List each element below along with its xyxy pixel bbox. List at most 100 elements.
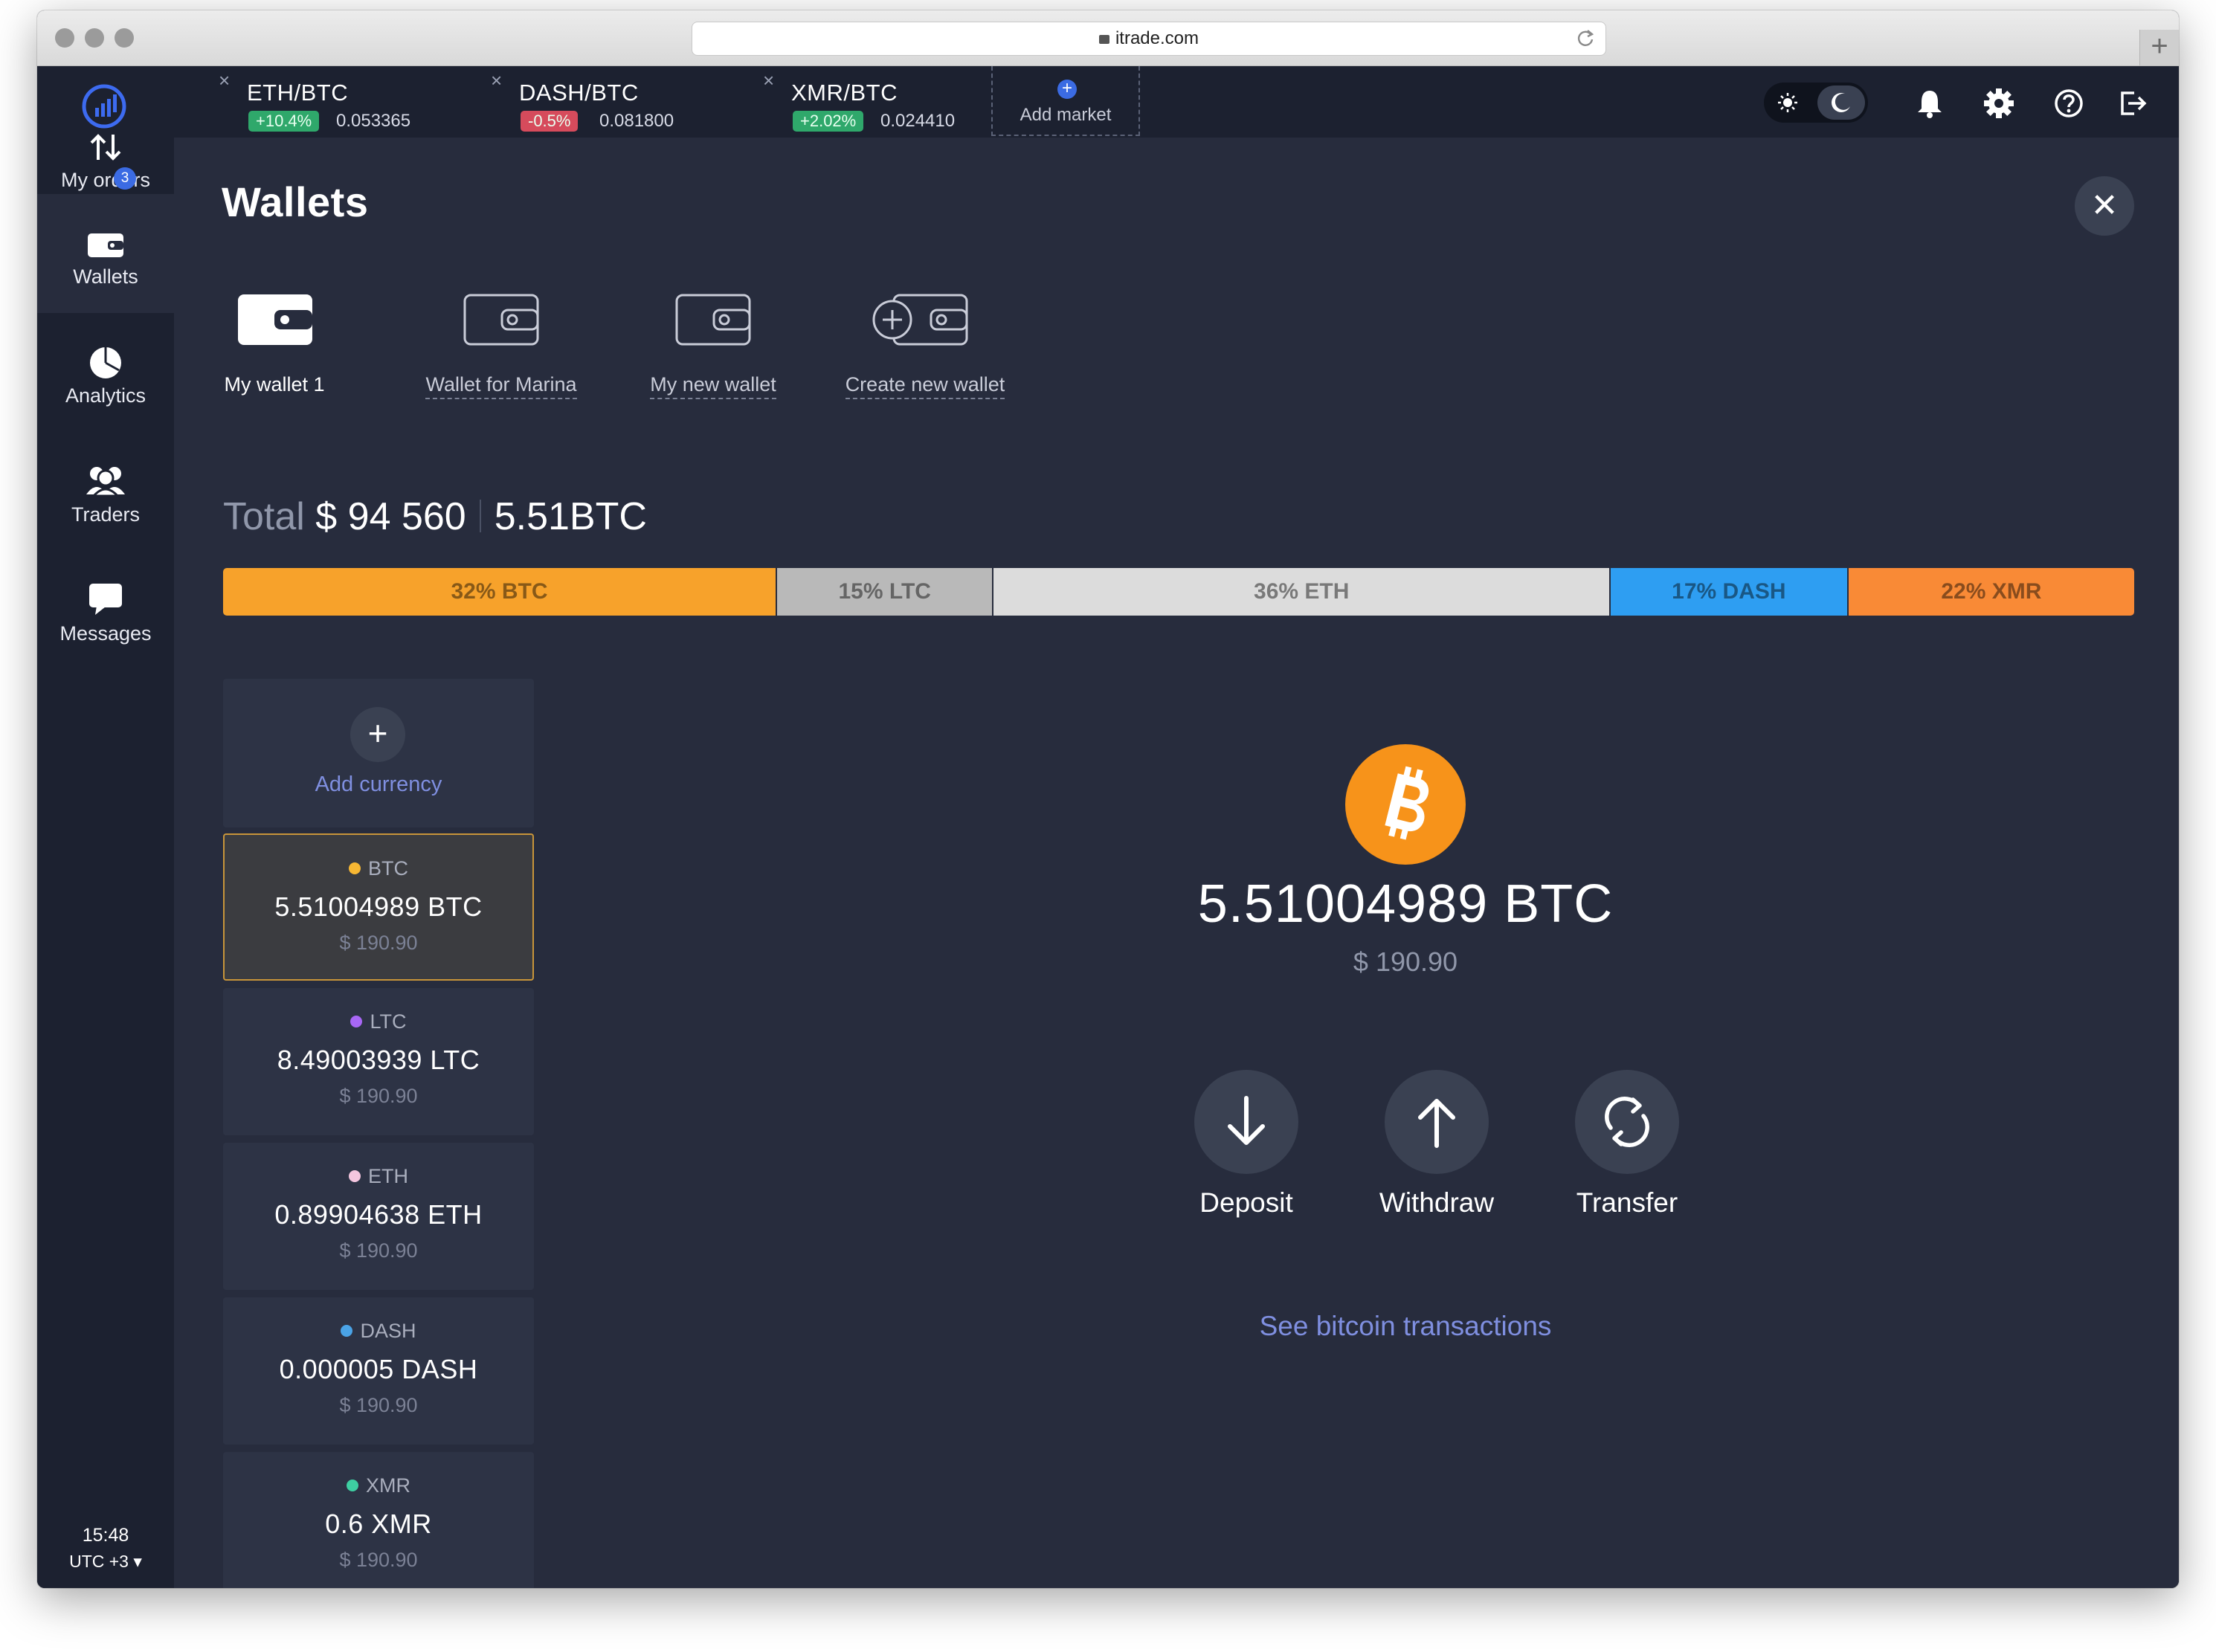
sidebar-item-my-orders[interactable]: My orders (37, 78, 174, 197)
sidebar-item-wallets[interactable]: Wallets (37, 194, 174, 313)
currency-symbol: XMR (223, 1474, 534, 1497)
sidebar-item-messages[interactable]: Messages (37, 551, 174, 670)
distribution-segment-dash: 17% DASH (1611, 568, 1849, 616)
currency-card-ltc[interactable]: LTC 8.49003939 LTC $ 190.90 (223, 988, 534, 1135)
theme-toggle[interactable] (1764, 83, 1868, 123)
url-text: itrade.com (1115, 28, 1199, 48)
arrow-up-icon (1418, 1099, 1455, 1148)
gear-icon[interactable] (1983, 87, 2015, 120)
plus-icon: + (350, 707, 405, 762)
clock-time: 15:48 (82, 1525, 129, 1546)
market-change-badge: +2.02% (793, 111, 864, 132)
selected-currency-amount: 5.51004989 BTC (1197, 874, 1614, 934)
help-icon[interactable] (2052, 87, 2085, 120)
address-bar[interactable]: itrade.com (692, 22, 1606, 56)
users-icon (86, 467, 125, 497)
distribution-segment-ltc: 15% LTC (776, 568, 994, 616)
reload-icon[interactable] (1576, 28, 1595, 48)
window-minimize-dot[interactable] (85, 28, 104, 48)
new-tab-button[interactable]: + (2139, 30, 2179, 65)
wallet-tab-label: My wallet 1 (224, 373, 325, 396)
sidebar-item-analytics[interactable]: Analytics (37, 313, 174, 432)
xmr-dot-icon (347, 1480, 358, 1491)
distribution-segment-eth: 36% ETH (993, 568, 1611, 616)
market-change-badge: -0.5% (521, 111, 579, 132)
transfer-circle (1575, 1070, 1679, 1174)
window-close-dot[interactable] (55, 28, 74, 48)
bell-icon[interactable] (1913, 87, 1946, 120)
up-down-arrows-icon (90, 134, 121, 161)
add-market-button[interactable]: + Add market (991, 66, 1140, 136)
currency-amount: 0.000005 DASH (279, 1354, 478, 1384)
see-transactions-link[interactable]: See bitcoin transactions (1071, 1311, 1740, 1342)
distribution-segment-xmr: 22% XMR (1848, 568, 2134, 616)
divider (479, 500, 481, 532)
total-btc: 5.51BTC (494, 495, 647, 538)
currency-card-btc[interactable]: BTC 5.51004989 BTC $ 190.90 (223, 833, 534, 981)
currency-usd-value: $ 190.90 (339, 1239, 418, 1262)
browser-toolbar: itrade.com + (37, 10, 2179, 66)
close-panel-button[interactable]: ✕ (2075, 176, 2134, 236)
portfolio-distribution-bar: 32% BTC 15% LTC 36% ETH 17% DASH 22% XMR (223, 568, 2134, 616)
plus-icon: + (1057, 80, 1077, 99)
btc-dot-icon (349, 862, 361, 874)
market-pair: DASH/BTC (519, 80, 639, 106)
close-market-icon[interactable]: × (763, 69, 774, 92)
ltc-dot-icon (350, 1016, 363, 1027)
market-pair: ETH/BTC (247, 80, 349, 106)
market-price: 0.024410 (880, 111, 956, 131)
dash-dot-icon (341, 1325, 353, 1337)
sun-icon (1778, 93, 1797, 112)
arrow-down-icon (1228, 1096, 1265, 1145)
selected-currency-usd: $ 190.90 (1353, 946, 1458, 977)
wallet-icon (88, 233, 123, 257)
browser-window: itrade.com + My orders 3 Wallets Analyti… (37, 10, 2179, 1588)
currency-amount: 0.6 XMR (325, 1509, 432, 1539)
currency-amount: 0.89904638 ETH (274, 1199, 483, 1230)
add-currency-label: Add currency (315, 772, 442, 796)
timezone-selector[interactable]: UTC +3 ▾ (37, 1552, 174, 1572)
chat-bubble-icon (89, 584, 122, 615)
deposit-circle (1194, 1070, 1298, 1174)
currency-card-eth[interactable]: ETH 0.89904638 ETH $ 190.90 (223, 1143, 534, 1290)
market-price: 0.053365 (336, 111, 411, 131)
currency-usd-value: $ 190.90 (339, 1085, 418, 1107)
action-label: Withdraw (1379, 1187, 1495, 1218)
wallet-icon (238, 294, 312, 345)
currency-usd-value: $ 190.90 (339, 1394, 418, 1416)
market-price: 0.081800 (599, 111, 674, 131)
page-title: Wallets (222, 178, 369, 225)
total-label: Total (223, 495, 305, 538)
market-tab-eth-btc[interactable]: × ETH/BTC +10.4% 0.053365 (174, 66, 442, 138)
currency-card-dash[interactable]: DASH 0.000005 DASH $ 190.90 (223, 1297, 534, 1445)
bitcoin-logo-icon (1345, 744, 1466, 865)
sidebar-item-traders[interactable]: Traders (37, 432, 174, 551)
currency-usd-value: $ 190.90 (339, 1549, 418, 1571)
wallet-tab-label: My new wallet (635, 373, 791, 399)
add-currency-button[interactable]: + Add currency (223, 679, 534, 827)
market-tabs-bar: × ETH/BTC +10.4% 0.053365 × DASH/BTC -0.… (174, 66, 2179, 138)
logout-icon[interactable] (2116, 87, 2149, 120)
add-market-label: Add market (1020, 105, 1112, 125)
withdraw-circle (1385, 1070, 1489, 1174)
market-tab-dash-btc[interactable]: × DASH/BTC -0.5% 0.081800 (446, 66, 714, 138)
sidebar: My orders 3 Wallets Analytics Traders Me… (37, 66, 174, 1588)
wallet-icon (675, 294, 751, 346)
theme-toggle-knob (1817, 85, 1865, 120)
moon-icon (1832, 93, 1850, 112)
currency-usd-value: $ 190.90 (339, 932, 418, 954)
add-wallet-icon (872, 294, 968, 346)
close-market-icon[interactable]: × (219, 69, 230, 92)
currency-amount: 5.51004989 BTC (274, 891, 483, 922)
market-tab-xmr-btc[interactable]: × XMR/BTC +2.02% 0.024410 (718, 66, 986, 138)
window-zoom-dot[interactable] (115, 28, 134, 48)
distribution-segment-btc: 32% BTC (223, 568, 777, 616)
total-balance: Total $ 94 560 5.51BTC (223, 494, 647, 539)
wallet-tab-label: Wallet for Marina (412, 373, 590, 399)
pie-chart-icon (90, 347, 121, 378)
wallet-icon (463, 294, 539, 346)
currency-card-xmr[interactable]: XMR 0.6 XMR $ 190.90 (223, 1452, 534, 1588)
sidebar-item-label: Messages (59, 622, 152, 645)
market-change-badge: +10.4% (248, 111, 320, 132)
close-market-icon[interactable]: × (491, 69, 502, 92)
